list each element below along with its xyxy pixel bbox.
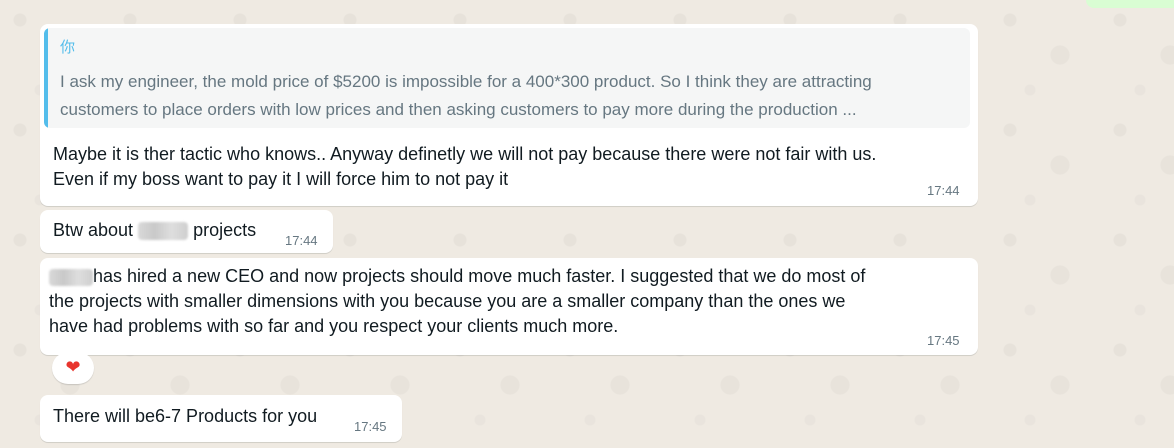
message-line-3: have had problems with so far and you re… (49, 316, 619, 336)
message-text: Maybe it is ther tactic who knows.. Anyw… (53, 142, 876, 192)
outgoing-message-edge[interactable] (1086, 0, 1174, 8)
message-bubble-4[interactable]: There will be6-7 Products for you 17:45 (40, 395, 402, 442)
message-text-before: Btw about (53, 220, 134, 240)
message-line-1: Maybe it is ther tactic who knows.. Anyw… (53, 144, 877, 164)
redacted-name (138, 222, 189, 241)
message-line-1: has hired a new CEO and now projects sho… (93, 266, 866, 286)
message-bubble-1[interactable]: 你 I ask my engineer, the mold price of $… (40, 24, 978, 206)
quote-line-2: customers to place orders with low price… (60, 100, 857, 119)
message-bubble-3[interactable]: has hired a new CEO and now projects sho… (40, 258, 978, 355)
message-timestamp: 17:45 (927, 333, 960, 348)
redacted-company-name (49, 268, 93, 286)
message-line-2: the projects with smaller dimensions wit… (49, 291, 846, 311)
message-line-2: Even if my boss want to pay it I will fo… (53, 169, 509, 189)
heart-icon: ❤ (65, 357, 81, 378)
message-timestamp: 17:44 (927, 183, 960, 198)
quote-text: I ask my engineer, the mold price of $52… (60, 68, 872, 124)
message-text: Btw about projects (53, 218, 256, 243)
quote-line-1: I ask my engineer, the mold price of $52… (60, 72, 872, 91)
reaction-badge[interactable]: ❤ (52, 352, 94, 384)
quote-author: 你 (60, 38, 76, 56)
quote-accent-bar (44, 28, 48, 128)
message-text: has hired a new CEO and now projects sho… (49, 264, 865, 339)
message-text: There will be6-7 Products for you (53, 406, 318, 426)
message-bubble-2[interactable]: Btw about projects 17:44 (40, 210, 333, 253)
quoted-message[interactable]: 你 I ask my engineer, the mold price of $… (44, 28, 970, 128)
message-timestamp: 17:45 (354, 419, 387, 434)
message-text-after: projects (193, 220, 257, 240)
message-timestamp: 17:44 (285, 233, 318, 248)
